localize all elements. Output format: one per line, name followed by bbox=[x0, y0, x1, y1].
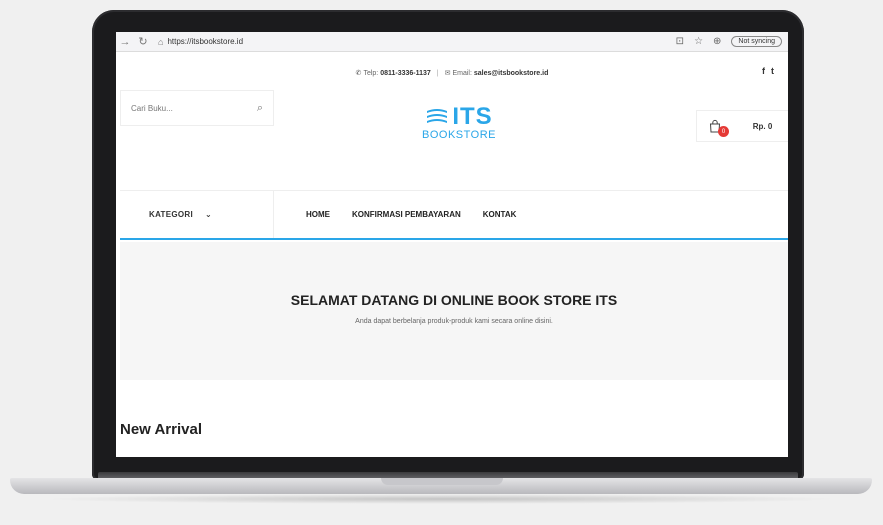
hero-banner: SELAMAT DATANG DI ONLINE BOOK STORE ITS … bbox=[120, 242, 788, 380]
chevron-down-icon: ⌄ bbox=[205, 210, 213, 219]
search-input[interactable]: Cari Buku... ⌕ bbox=[120, 90, 274, 126]
lock-icon: ⌂ bbox=[158, 36, 164, 47]
book-stack-icon bbox=[427, 109, 448, 123]
social-links: ft bbox=[762, 66, 780, 76]
twitter-icon[interactable]: t bbox=[771, 66, 780, 76]
hero-subtitle: Anda dapat berbelanja produk-produk kami… bbox=[355, 318, 553, 325]
address-bar[interactable]: ⌂ https://itsbookstore.id bbox=[158, 37, 243, 47]
laptop-notch bbox=[381, 478, 503, 485]
phone-number: 0811-3336-1137 bbox=[380, 69, 431, 77]
collections-icon[interactable]: ⊕ bbox=[713, 36, 721, 47]
search-placeholder: Cari Buku... bbox=[131, 103, 173, 113]
site-logo[interactable]: ITS BOOKSTORE bbox=[414, 103, 504, 160]
url-text: https://itsbookstore.id bbox=[167, 37, 244, 46]
main-nav: KATEGORI ⌄ HOME KONFIRMASI PEMBAYARAN KO… bbox=[120, 190, 788, 240]
menu-links: HOME KONFIRMASI PEMBAYARAN KONTAK bbox=[274, 210, 516, 219]
reader-icon[interactable]: ⊡ bbox=[676, 36, 684, 47]
favorite-icon[interactable]: ☆ bbox=[694, 36, 703, 47]
email-label: Email: bbox=[452, 69, 472, 77]
phone-label: Telp: bbox=[363, 69, 379, 77]
reload-icon[interactable]: ↻ bbox=[134, 35, 152, 48]
category-dropdown[interactable]: KATEGORI ⌄ bbox=[120, 191, 274, 238]
sync-button[interactable]: Not syncing bbox=[731, 36, 782, 47]
browser-actions: ⊡ ☆ ⊕ Not syncing bbox=[676, 36, 788, 47]
phone-icon: ✆ bbox=[355, 70, 364, 77]
screen: → ↻ ⌂ https://itsbookstore.id ⊡ ☆ ⊕ Not … bbox=[116, 32, 788, 457]
hero-title: SELAMAT DATANG DI ONLINE BOOK STORE ITS bbox=[290, 292, 618, 308]
category-label: KATEGORI bbox=[149, 210, 194, 219]
facebook-icon[interactable]: f bbox=[762, 66, 771, 76]
laptop-shadow bbox=[40, 494, 843, 504]
contact-bar: ✆ Telp: 0811-3336-1137 | ✉ Email: sales@… bbox=[116, 52, 788, 94]
logo-title: ITS bbox=[452, 103, 493, 130]
divider: | bbox=[436, 69, 439, 77]
forward-icon[interactable]: → bbox=[116, 36, 134, 48]
email-address[interactable]: sales@itsbookstore.id bbox=[474, 70, 549, 77]
search-icon[interactable]: ⌕ bbox=[257, 102, 263, 115]
nav-contact[interactable]: KONTAK bbox=[483, 210, 517, 219]
section-title: New Arrival bbox=[120, 421, 202, 438]
cart-count-badge: 0 bbox=[718, 126, 729, 137]
nav-payment-confirmation[interactable]: KONFIRMASI PEMBAYARAN bbox=[352, 210, 461, 219]
nav-home[interactable]: HOME bbox=[306, 210, 330, 219]
cart-total[interactable]: Rp. 0 bbox=[733, 110, 788, 142]
email-icon: ✉ bbox=[444, 70, 453, 77]
cart-button[interactable]: 0 bbox=[696, 110, 734, 142]
logo-subtitle: BOOKSTORE bbox=[422, 129, 496, 141]
browser-toolbar: → ↻ ⌂ https://itsbookstore.id ⊡ ☆ ⊕ Not … bbox=[116, 32, 788, 52]
